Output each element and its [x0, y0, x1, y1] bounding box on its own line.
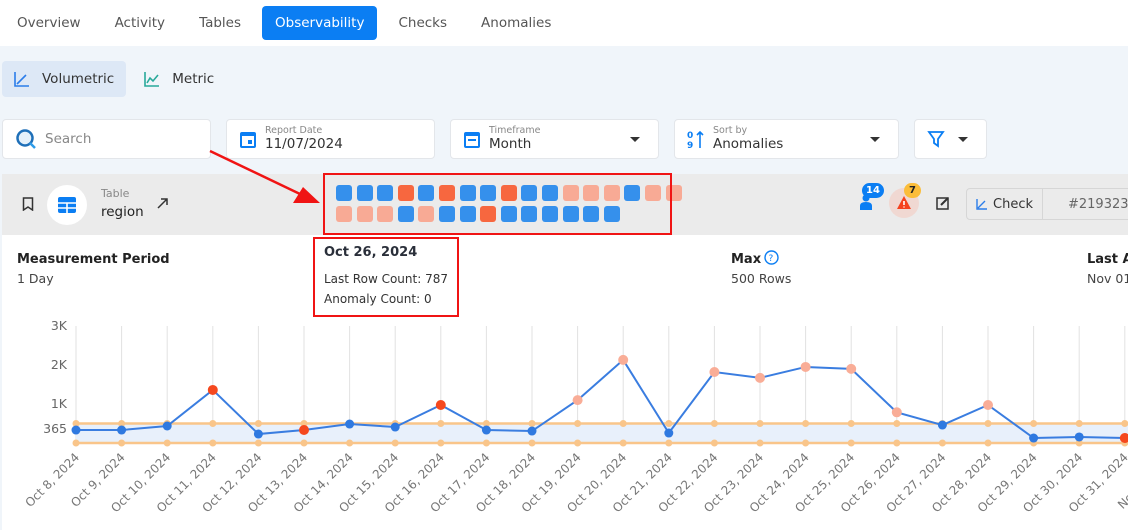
data-point-anomaly: [435, 399, 446, 410]
data-point-light_anomaly: [891, 407, 902, 418]
data-point-normal: [1074, 432, 1084, 442]
band-point: [528, 420, 536, 427]
band-point: [437, 420, 445, 427]
band-point: [1121, 420, 1128, 427]
data-point-normal: [481, 425, 491, 435]
data-point-anomaly: [299, 425, 309, 436]
tooltip: Oct 26, 2024 Last Row Count: 787 Anomaly…: [313, 237, 459, 317]
data-point-light_anomaly: [800, 361, 811, 372]
band-point: [209, 420, 217, 427]
data-point-normal: [937, 420, 947, 430]
data-point-light_anomaly: [618, 354, 629, 365]
band-point: [1075, 420, 1083, 427]
band-point: [938, 439, 946, 447]
data-point-normal: [390, 422, 400, 432]
band-point: [847, 420, 855, 427]
band-point: [574, 439, 582, 447]
band-point: [984, 420, 992, 427]
band-point: [346, 439, 354, 447]
highlight-box: [323, 173, 672, 235]
band-point: [118, 439, 126, 447]
band-point: [619, 439, 627, 447]
data-point-anomaly: [207, 384, 218, 395]
band-point: [893, 420, 901, 427]
band-point: [619, 420, 627, 427]
band-point: [665, 439, 673, 447]
band-point: [756, 420, 764, 427]
band-point: [437, 439, 445, 447]
expected-range-band: [76, 423, 1128, 443]
band-point: [391, 439, 399, 447]
data-point-light_anomaly: [572, 395, 583, 406]
band-point: [756, 439, 764, 447]
y-tick-label: 1K: [51, 396, 68, 411]
data-point-light_anomaly: [983, 399, 993, 410]
band-point: [300, 439, 308, 447]
data-point-light_anomaly: [846, 363, 857, 374]
band-point: [893, 439, 901, 447]
data-point-normal: [162, 421, 172, 431]
data-point-normal: [1029, 433, 1039, 443]
band-point: [574, 420, 582, 427]
band-point: [254, 420, 262, 427]
data-point-light_anomaly: [755, 372, 765, 383]
band-point: [528, 439, 536, 447]
data-point-normal: [527, 426, 537, 436]
y-tick-label: 3K: [51, 318, 68, 333]
data-point-normal: [345, 419, 355, 429]
y-tick-label: 2K: [51, 357, 68, 372]
data-point-normal: [71, 425, 81, 435]
band-point: [984, 439, 992, 447]
y-tick-label: 365: [43, 421, 67, 436]
band-point: [802, 420, 810, 427]
band-point: [163, 439, 171, 447]
band-point: [847, 439, 855, 447]
data-point-normal: [117, 425, 127, 435]
data-point-normal: [253, 429, 263, 439]
band-point: [72, 439, 80, 447]
band-point: [710, 420, 718, 427]
band-point: [254, 439, 262, 447]
data-point-light_anomaly: [709, 367, 720, 378]
band-point: [710, 439, 718, 447]
volumetric-line-chart: 3K2K1K365Oct 8, 2024Oct 9, 2024Oct 10, 2…: [22, 318, 1128, 515]
band-point: [209, 439, 217, 447]
band-point: [1030, 420, 1038, 427]
data-point-normal: [664, 428, 674, 438]
band-point: [802, 439, 810, 447]
band-point: [665, 420, 673, 427]
band-point: [482, 439, 490, 447]
